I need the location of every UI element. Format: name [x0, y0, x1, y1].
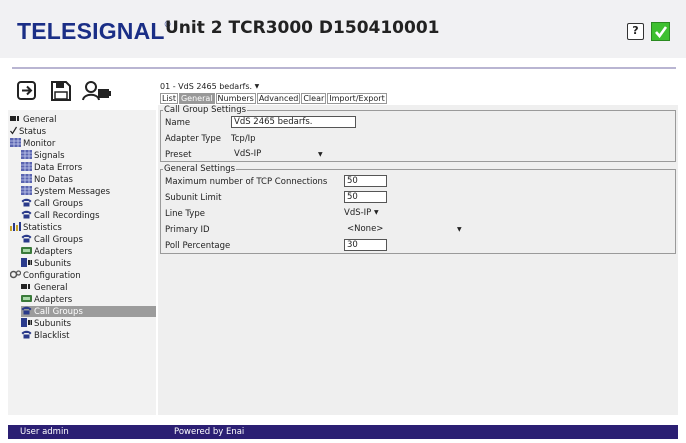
- call-group-select[interactable]: 01 - VdS 2465 bedarfs. ▼: [160, 82, 259, 91]
- subunit-icon: [21, 258, 32, 267]
- logout-icon[interactable]: [16, 80, 38, 105]
- adapter-icon: [21, 247, 32, 254]
- tab-general[interactable]: General: [178, 93, 215, 104]
- unit-icon: [21, 284, 30, 289]
- sidebar-item-data-errors[interactable]: Data Errors: [21, 162, 82, 173]
- header-bar: TELESIGNAL® Unit 2 TCR3000 D150410001 ?: [0, 0, 686, 58]
- name-label: Name: [165, 118, 191, 128]
- monitor-icon: [10, 138, 21, 147]
- line-type-label: Line Type: [165, 209, 205, 219]
- phone-icon: [21, 306, 32, 315]
- monitor-icon: [21, 186, 32, 195]
- sidebar-item-no-datas[interactable]: No Datas: [21, 174, 73, 185]
- sidebar-item-general[interactable]: General: [10, 114, 57, 125]
- line-type-select[interactable]: VdS-IP ▼: [344, 207, 379, 219]
- sidebar-item-config-general[interactable]: General: [21, 282, 68, 293]
- phone-icon: [21, 330, 32, 339]
- tab-list[interactable]: List: [160, 93, 178, 104]
- primary-id-dropdown-arrow-icon[interactable]: ▼: [457, 226, 462, 233]
- unit-icon: [10, 116, 19, 121]
- sidebar-item-signals[interactable]: Signals: [21, 150, 65, 161]
- sidebar-item-stats-call-groups[interactable]: Call Groups: [21, 234, 83, 245]
- checkmark-icon: [655, 26, 668, 39]
- sidebar-item-stats-subunits[interactable]: Subunits: [21, 258, 71, 269]
- dropdown-arrow-icon: ▼: [254, 83, 260, 90]
- monitor-icon: [21, 162, 32, 171]
- save-icon[interactable]: [50, 80, 72, 105]
- primary-id-label: Primary ID: [165, 225, 210, 235]
- tab-bar: List General Numbers Advanced Clear Impo…: [160, 93, 388, 104]
- sidebar-item-blacklist[interactable]: Blacklist: [21, 330, 69, 341]
- sidebar-item-stats-adapters[interactable]: Adapters: [21, 246, 72, 257]
- monitor-icon: [21, 150, 32, 159]
- check-icon: [10, 126, 17, 135]
- gears-icon: [10, 270, 21, 279]
- preset-dropdown-arrow-icon[interactable]: ▼: [318, 151, 323, 158]
- sidebar-item-monitor[interactable]: Monitor: [10, 138, 55, 149]
- line-type-dropdown-arrow-icon: ▼: [374, 209, 379, 216]
- call-group-settings-legend: Call Group Settings: [164, 105, 247, 115]
- footer-user: User admin: [20, 427, 69, 437]
- adapter-icon: [21, 295, 32, 302]
- subunit-icon: [21, 318, 32, 327]
- primary-id-select[interactable]: <None>: [347, 223, 383, 235]
- user-key-icon[interactable]: [82, 80, 112, 105]
- sidebar-item-config-call-groups[interactable]: Call Groups: [21, 306, 156, 317]
- phone-icon: [21, 198, 32, 207]
- page-title: Unit 2 TCR3000 D150410001: [165, 18, 440, 38]
- tab-advanced[interactable]: Advanced: [256, 93, 301, 104]
- preset-label: Preset: [165, 150, 192, 160]
- footer-powered-by: Powered by Enai: [174, 427, 245, 437]
- sidebar-item-monitor-call-groups[interactable]: Call Groups: [21, 198, 83, 209]
- subunit-limit-label: Subunit Limit: [165, 193, 222, 203]
- phone-icon: [21, 210, 32, 219]
- adapter-type-value: Tcp/Ip: [231, 134, 256, 144]
- poll-percentage-label: Poll Percentage: [165, 241, 231, 251]
- status-ok-button[interactable]: [651, 22, 670, 41]
- preset-select[interactable]: VdS-IP: [234, 148, 261, 160]
- header-divider: [12, 67, 676, 69]
- max-tcp-label: Maximum number of TCP Connections: [165, 177, 328, 187]
- max-tcp-input[interactable]: 50: [344, 175, 387, 187]
- footer-bar: User admin Powered by Enai: [8, 425, 678, 439]
- tab-clear[interactable]: Clear: [301, 93, 327, 104]
- sidebar-item-status[interactable]: Status: [10, 126, 46, 137]
- subunit-limit-input[interactable]: 50: [344, 191, 387, 203]
- monitor-icon: [21, 174, 32, 183]
- poll-percentage-input[interactable]: 30: [344, 239, 387, 251]
- sidebar-item-call-recordings[interactable]: Call Recordings: [21, 210, 100, 221]
- help-button[interactable]: ?: [627, 23, 644, 40]
- general-settings-legend: General Settings: [164, 164, 236, 174]
- phone-icon: [21, 234, 32, 243]
- sidebar-item-configuration[interactable]: Configuration: [10, 270, 81, 281]
- sidebar-item-statistics[interactable]: Statistics: [10, 222, 62, 233]
- adapter-type-label: Adapter Type: [165, 134, 221, 144]
- telesignal-logo: TELESIGNAL®: [17, 18, 171, 44]
- tab-import-export[interactable]: Import/Export: [327, 93, 387, 104]
- name-input[interactable]: VdS 2465 bedarfs.: [231, 116, 356, 128]
- tab-numbers[interactable]: Numbers: [215, 93, 256, 104]
- sidebar-item-config-adapters[interactable]: Adapters: [21, 294, 72, 305]
- sidebar-item-config-subunits[interactable]: Subunits: [21, 318, 71, 329]
- sidebar-item-system-messages[interactable]: System Messages: [21, 186, 110, 197]
- chart-icon: [10, 222, 21, 231]
